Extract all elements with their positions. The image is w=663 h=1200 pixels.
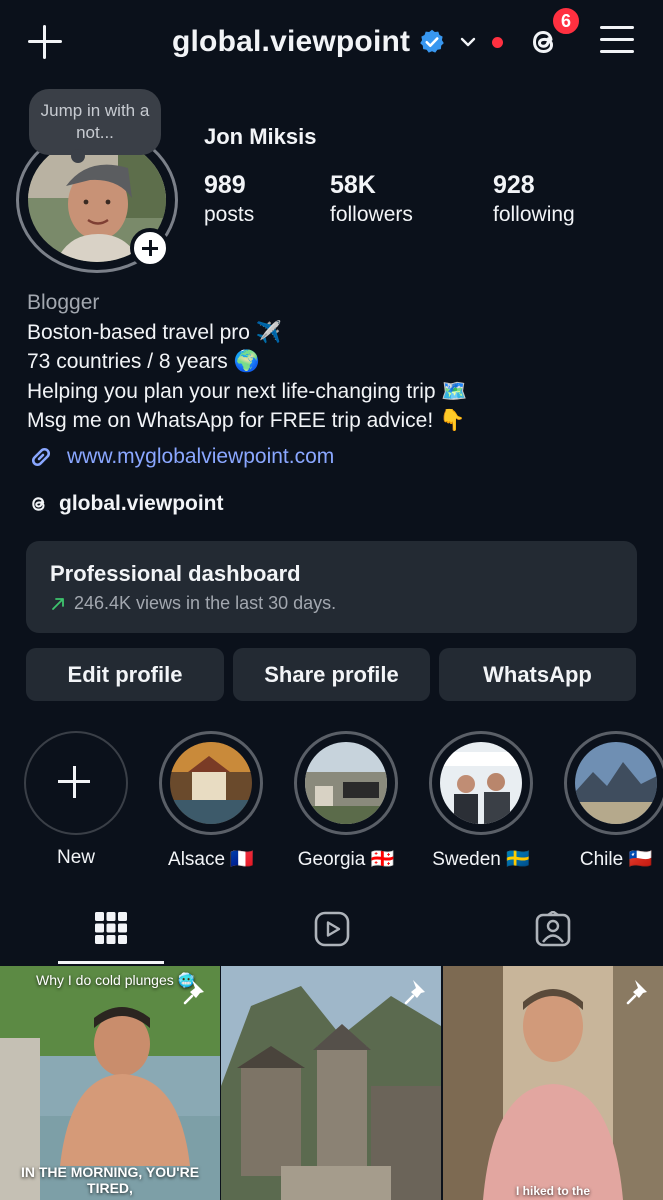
- highlight-alsace[interactable]: Alsace 🇫🇷: [158, 731, 264, 871]
- highlight-ring: [429, 731, 533, 835]
- dashboard-title: Professional dashboard: [50, 561, 301, 586]
- threads-profile-link[interactable]: global.viewpoint: [27, 492, 224, 516]
- tagged-icon: [535, 911, 570, 947]
- threads-icon: [32, 497, 45, 511]
- highlight-label: Alsace 🇫🇷: [168, 849, 254, 870]
- professional-dashboard[interactable]: Professional dashboard 246.4K views in t…: [26, 541, 637, 633]
- tab-grid[interactable]: [0, 905, 221, 965]
- trend-up-icon: [52, 597, 64, 610]
- post-thumbnail[interactable]: [221, 966, 441, 1200]
- highlight-label: New: [56, 847, 95, 868]
- bio: Blogger Boston-based travel pro ✈️ 73 co…: [27, 288, 647, 436]
- new-highlight-plus-icon: [24, 731, 128, 835]
- verified-badge-icon: [420, 29, 445, 53]
- website-link[interactable]: www.myglobalviewpoint.com: [27, 443, 334, 471]
- highlight-label: Georgia 🇬🇪: [297, 849, 395, 870]
- highlight-chile[interactable]: Chile 🇨🇱: [563, 731, 663, 871]
- post-thumbnail[interactable]: I hiked to the: [443, 966, 663, 1200]
- highlight-new[interactable]: New: [23, 731, 129, 869]
- whatsapp-button[interactable]: WhatsApp: [439, 648, 636, 701]
- highlight-ring: [294, 731, 398, 835]
- tab-reels[interactable]: [221, 905, 442, 965]
- add-story-icon[interactable]: [130, 228, 170, 268]
- pin-icon: [404, 980, 425, 1005]
- followers-count: 58K: [330, 171, 376, 199]
- posts-stat[interactable]: 989 posts: [204, 171, 254, 227]
- bio-line: Msg me on WhatsApp for FREE trip advice!…: [27, 409, 466, 433]
- posts-label: posts: [204, 203, 255, 226]
- highlight-cover: [170, 742, 252, 824]
- highlight-georgia[interactable]: Georgia 🇬🇪: [293, 731, 399, 871]
- bio-line: Boston-based travel pro ✈️: [27, 320, 282, 344]
- pin-icon: [626, 980, 647, 1005]
- website-link-text: www.myglobalviewpoint.com: [67, 445, 335, 468]
- dashboard-subtitle-row: 246.4K views in the last 30 days.: [50, 593, 613, 614]
- post-caption-bottom: IN THE MORNING, YOU'RE TIRED,: [20, 1164, 200, 1196]
- bio-line: Helping you plan your next life-changing…: [27, 379, 468, 403]
- tab-tagged[interactable]: [442, 905, 663, 965]
- username-title: global.viewpoint: [172, 25, 411, 58]
- highlight-label: Sweden 🇸🇪: [432, 849, 530, 870]
- account-switcher[interactable]: global.viewpoint: [172, 22, 504, 62]
- post-caption-bottom: I hiked to the: [515, 1184, 590, 1198]
- highlight-ring: [564, 731, 663, 835]
- highlight-cover: [575, 742, 657, 824]
- highlight-sweden[interactable]: Sweden 🇸🇪: [428, 731, 534, 871]
- highlight-cover: [305, 742, 387, 824]
- post-thumbnail[interactable]: Why I do cold plunges 🥶 IN THE MORNING, …: [0, 966, 220, 1200]
- following-label: following: [493, 203, 575, 226]
- chevron-down-icon: [461, 37, 476, 47]
- followers-label: followers: [330, 203, 413, 226]
- following-stat[interactable]: 928 following: [493, 171, 575, 227]
- share-profile-button[interactable]: Share profile: [233, 648, 430, 701]
- dashboard-subtitle: 246.4K views in the last 30 days.: [74, 593, 337, 613]
- active-tab-indicator: [58, 961, 164, 964]
- followers-stat[interactable]: 58K followers: [330, 171, 413, 227]
- following-count: 928: [493, 171, 535, 199]
- pin-icon: [183, 980, 204, 1005]
- edit-profile-button[interactable]: Edit profile: [26, 648, 224, 701]
- category-label: Blogger: [27, 291, 100, 314]
- reels-icon: [314, 911, 349, 947]
- menu-icon[interactable]: [600, 26, 634, 54]
- highlight-ring: [159, 731, 263, 835]
- bio-line: 73 countries / 8 years 🌍: [27, 350, 260, 374]
- post-caption-top: Why I do cold plunges 🥶: [36, 972, 196, 988]
- grid-icon: [94, 912, 127, 944]
- note-bubble[interactable]: Jump in with a not...: [29, 89, 161, 163]
- create-plus-icon[interactable]: [26, 22, 66, 62]
- unread-dot: [492, 36, 504, 48]
- full-name: Jon Miksis: [204, 124, 317, 149]
- highlight-cover: [440, 742, 522, 824]
- posts-count: 989: [204, 171, 246, 199]
- highlight-label: Chile 🇨🇱: [579, 849, 653, 870]
- threads-handle: global.viewpoint: [59, 492, 224, 515]
- note-text: Jump in with a not...: [40, 101, 150, 142]
- link-icon: [31, 447, 51, 467]
- notification-badge: 6: [551, 6, 581, 36]
- top-bar: global.viewpoint 6: [0, 0, 663, 86]
